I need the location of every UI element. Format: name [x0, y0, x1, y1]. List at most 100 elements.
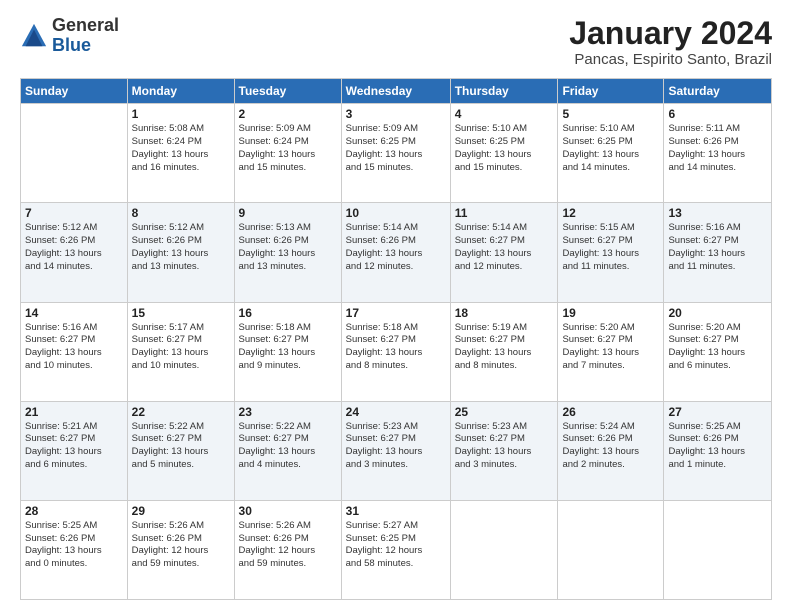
table-cell: 29 Sunrise: 5:26 AMSunset: 6:26 PMDaylig… [127, 500, 234, 599]
day-info: Sunrise: 5:09 AMSunset: 6:24 PMDaylight:… [239, 123, 337, 174]
day-info: Sunrise: 5:12 AMSunset: 6:26 PMDaylight:… [25, 222, 123, 273]
day-number: 14 [25, 306, 123, 320]
day-number: 27 [668, 405, 767, 419]
table-cell: 17 Sunrise: 5:18 AMSunset: 6:27 PMDaylig… [341, 302, 450, 401]
day-info: Sunrise: 5:15 AMSunset: 6:27 PMDaylight:… [562, 222, 659, 273]
table-cell: 5 Sunrise: 5:10 AMSunset: 6:25 PMDayligh… [558, 104, 664, 203]
calendar-row: 21 Sunrise: 5:21 AMSunset: 6:27 PMDaylig… [21, 401, 772, 500]
day-number: 21 [25, 405, 123, 419]
table-cell [664, 500, 772, 599]
day-number: 1 [132, 107, 230, 121]
day-info: Sunrise: 5:22 AMSunset: 6:27 PMDaylight:… [132, 421, 230, 472]
day-info: Sunrise: 5:14 AMSunset: 6:27 PMDaylight:… [455, 222, 554, 273]
day-number: 15 [132, 306, 230, 320]
header: General Blue January 2024 Pancas, Espiri… [20, 16, 772, 68]
day-info: Sunrise: 5:19 AMSunset: 6:27 PMDaylight:… [455, 322, 554, 373]
col-monday: Monday [127, 79, 234, 104]
table-cell: 1 Sunrise: 5:08 AMSunset: 6:24 PMDayligh… [127, 104, 234, 203]
day-number: 10 [346, 206, 446, 220]
table-cell: 24 Sunrise: 5:23 AMSunset: 6:27 PMDaylig… [341, 401, 450, 500]
table-cell: 7 Sunrise: 5:12 AMSunset: 6:26 PMDayligh… [21, 203, 128, 302]
day-number: 22 [132, 405, 230, 419]
title-block: January 2024 Pancas, Espirito Santo, Bra… [569, 16, 772, 68]
col-sunday: Sunday [21, 79, 128, 104]
logo-text: General Blue [52, 16, 119, 56]
table-cell: 2 Sunrise: 5:09 AMSunset: 6:24 PMDayligh… [234, 104, 341, 203]
day-number: 13 [668, 206, 767, 220]
table-cell: 13 Sunrise: 5:16 AMSunset: 6:27 PMDaylig… [664, 203, 772, 302]
table-cell: 22 Sunrise: 5:22 AMSunset: 6:27 PMDaylig… [127, 401, 234, 500]
day-info: Sunrise: 5:25 AMSunset: 6:26 PMDaylight:… [25, 520, 123, 571]
day-info: Sunrise: 5:24 AMSunset: 6:26 PMDaylight:… [562, 421, 659, 472]
day-number: 25 [455, 405, 554, 419]
day-number: 20 [668, 306, 767, 320]
logo: General Blue [20, 16, 119, 56]
day-info: Sunrise: 5:18 AMSunset: 6:27 PMDaylight:… [239, 322, 337, 373]
day-number: 19 [562, 306, 659, 320]
day-info: Sunrise: 5:23 AMSunset: 6:27 PMDaylight:… [346, 421, 446, 472]
day-number: 11 [455, 206, 554, 220]
day-number: 3 [346, 107, 446, 121]
day-number: 31 [346, 504, 446, 518]
table-cell: 31 Sunrise: 5:27 AMSunset: 6:25 PMDaylig… [341, 500, 450, 599]
day-number: 16 [239, 306, 337, 320]
day-number: 30 [239, 504, 337, 518]
day-info: Sunrise: 5:17 AMSunset: 6:27 PMDaylight:… [132, 322, 230, 373]
logo-blue: Blue [52, 36, 119, 56]
table-cell: 12 Sunrise: 5:15 AMSunset: 6:27 PMDaylig… [558, 203, 664, 302]
page: General Blue January 2024 Pancas, Espiri… [0, 0, 792, 612]
table-cell: 30 Sunrise: 5:26 AMSunset: 6:26 PMDaylig… [234, 500, 341, 599]
day-number: 24 [346, 405, 446, 419]
day-info: Sunrise: 5:25 AMSunset: 6:26 PMDaylight:… [668, 421, 767, 472]
table-cell: 16 Sunrise: 5:18 AMSunset: 6:27 PMDaylig… [234, 302, 341, 401]
location: Pancas, Espirito Santo, Brazil [569, 51, 772, 68]
day-info: Sunrise: 5:09 AMSunset: 6:25 PMDaylight:… [346, 123, 446, 174]
col-wednesday: Wednesday [341, 79, 450, 104]
day-info: Sunrise: 5:26 AMSunset: 6:26 PMDaylight:… [239, 520, 337, 571]
day-info: Sunrise: 5:21 AMSunset: 6:27 PMDaylight:… [25, 421, 123, 472]
day-info: Sunrise: 5:14 AMSunset: 6:26 PMDaylight:… [346, 222, 446, 273]
day-number: 29 [132, 504, 230, 518]
day-info: Sunrise: 5:13 AMSunset: 6:26 PMDaylight:… [239, 222, 337, 273]
table-cell: 4 Sunrise: 5:10 AMSunset: 6:25 PMDayligh… [450, 104, 558, 203]
table-cell [558, 500, 664, 599]
day-info: Sunrise: 5:08 AMSunset: 6:24 PMDaylight:… [132, 123, 230, 174]
day-number: 5 [562, 107, 659, 121]
calendar-row: 7 Sunrise: 5:12 AMSunset: 6:26 PMDayligh… [21, 203, 772, 302]
col-saturday: Saturday [664, 79, 772, 104]
table-cell: 26 Sunrise: 5:24 AMSunset: 6:26 PMDaylig… [558, 401, 664, 500]
table-cell: 18 Sunrise: 5:19 AMSunset: 6:27 PMDaylig… [450, 302, 558, 401]
day-info: Sunrise: 5:20 AMSunset: 6:27 PMDaylight:… [668, 322, 767, 373]
table-cell: 8 Sunrise: 5:12 AMSunset: 6:26 PMDayligh… [127, 203, 234, 302]
calendar-row: 14 Sunrise: 5:16 AMSunset: 6:27 PMDaylig… [21, 302, 772, 401]
logo-icon [20, 22, 48, 50]
table-cell: 10 Sunrise: 5:14 AMSunset: 6:26 PMDaylig… [341, 203, 450, 302]
day-number: 8 [132, 206, 230, 220]
table-cell: 3 Sunrise: 5:09 AMSunset: 6:25 PMDayligh… [341, 104, 450, 203]
month-title: January 2024 [569, 16, 772, 51]
header-row: Sunday Monday Tuesday Wednesday Thursday… [21, 79, 772, 104]
calendar-row: 1 Sunrise: 5:08 AMSunset: 6:24 PMDayligh… [21, 104, 772, 203]
day-info: Sunrise: 5:10 AMSunset: 6:25 PMDaylight:… [562, 123, 659, 174]
table-cell: 19 Sunrise: 5:20 AMSunset: 6:27 PMDaylig… [558, 302, 664, 401]
day-info: Sunrise: 5:23 AMSunset: 6:27 PMDaylight:… [455, 421, 554, 472]
table-cell: 11 Sunrise: 5:14 AMSunset: 6:27 PMDaylig… [450, 203, 558, 302]
logo-general: General [52, 16, 119, 36]
table-cell: 14 Sunrise: 5:16 AMSunset: 6:27 PMDaylig… [21, 302, 128, 401]
day-number: 2 [239, 107, 337, 121]
table-cell: 9 Sunrise: 5:13 AMSunset: 6:26 PMDayligh… [234, 203, 341, 302]
day-info: Sunrise: 5:20 AMSunset: 6:27 PMDaylight:… [562, 322, 659, 373]
calendar-table: Sunday Monday Tuesday Wednesday Thursday… [20, 78, 772, 600]
table-cell: 25 Sunrise: 5:23 AMSunset: 6:27 PMDaylig… [450, 401, 558, 500]
day-number: 12 [562, 206, 659, 220]
table-cell: 15 Sunrise: 5:17 AMSunset: 6:27 PMDaylig… [127, 302, 234, 401]
day-info: Sunrise: 5:12 AMSunset: 6:26 PMDaylight:… [132, 222, 230, 273]
day-info: Sunrise: 5:16 AMSunset: 6:27 PMDaylight:… [25, 322, 123, 373]
table-cell: 28 Sunrise: 5:25 AMSunset: 6:26 PMDaylig… [21, 500, 128, 599]
calendar-row: 28 Sunrise: 5:25 AMSunset: 6:26 PMDaylig… [21, 500, 772, 599]
day-number: 9 [239, 206, 337, 220]
table-cell: 6 Sunrise: 5:11 AMSunset: 6:26 PMDayligh… [664, 104, 772, 203]
table-cell: 20 Sunrise: 5:20 AMSunset: 6:27 PMDaylig… [664, 302, 772, 401]
day-number: 26 [562, 405, 659, 419]
col-thursday: Thursday [450, 79, 558, 104]
